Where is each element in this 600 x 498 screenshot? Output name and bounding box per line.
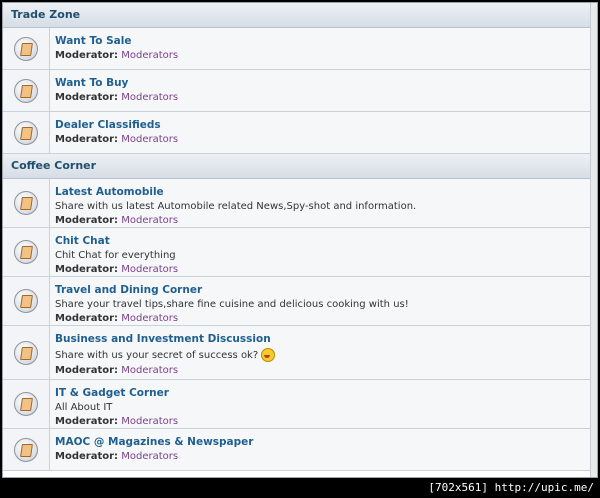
moderator-line: Moderator: Moderators <box>55 215 179 226</box>
moderators-link[interactable]: Moderators <box>121 50 178 61</box>
moderator-line: Moderator: Moderators <box>55 134 179 145</box>
forum-status-icon <box>14 240 38 264</box>
forum-status-icon <box>14 120 38 145</box>
moderators-link[interactable]: Moderators <box>121 365 178 376</box>
image-host-watermark: [702x561] http://upic.me/ <box>422 478 600 498</box>
moderators-link[interactable]: Moderators <box>121 134 178 145</box>
forum-status-icon <box>14 289 38 313</box>
forum-status-icon <box>14 392 38 416</box>
forum-title-link[interactable]: IT & Gadget Corner <box>55 387 591 399</box>
category-header-coffee-corner[interactable]: Coffee Corner <box>3 154 597 179</box>
forum-row: Want To Sale Moderator: Moderators <box>3 28 597 70</box>
forum-status-icon <box>14 437 38 462</box>
moderator-line: Moderator: Moderators <box>55 416 179 427</box>
moderator-line: Moderator: Moderators <box>55 451 179 462</box>
moderator-line: Moderator: Moderators <box>55 313 179 324</box>
forum-row: Travel and Dining Corner Share your trav… <box>3 277 597 326</box>
forum-description: Share with us your secret of success ok? <box>55 348 591 362</box>
tongue-smiley-icon <box>261 348 276 362</box>
moderator-line: Moderator: Moderators <box>55 264 179 275</box>
moderators-link[interactable]: Moderators <box>121 416 178 427</box>
forum-description: Chit Chat for everything <box>55 250 176 261</box>
forum-row: MAOC @ Magazines & Newspaper Moderator: … <box>3 429 597 471</box>
forum-row: Business and Investment Discussion Share… <box>3 326 597 380</box>
moderators-link[interactable]: Moderators <box>121 215 178 226</box>
forum-title-link[interactable]: Dealer Classifieds <box>55 119 591 131</box>
forum-row: IT & Gadget Corner All About IT Moderato… <box>3 380 597 429</box>
forum-status-icon <box>14 340 38 365</box>
moderators-link[interactable]: Moderators <box>121 451 178 462</box>
forum-title-link[interactable]: Latest Automobile <box>55 186 591 198</box>
forum-title-link[interactable]: MAOC @ Magazines & Newspaper <box>55 436 591 448</box>
moderator-line: Moderator: Moderators <box>55 92 179 103</box>
forum-row: Dealer Classifieds Moderator: Moderators <box>3 112 597 154</box>
forum-row: Chit Chat Chit Chat for everything Moder… <box>3 228 597 277</box>
forum-status-icon <box>14 191 38 215</box>
forum-description: Share your travel tips,share fine cuisin… <box>55 299 409 310</box>
forum-title-link[interactable]: Chit Chat <box>55 235 591 247</box>
forum-title-link[interactable]: Business and Investment Discussion <box>55 333 591 345</box>
moderator-line: Moderator: Moderators <box>55 365 179 376</box>
category-header-trade-zone[interactable]: Trade Zone <box>3 3 597 28</box>
forum-status-icon <box>14 78 38 103</box>
forum-row: Want To Buy Moderator: Moderators <box>3 70 597 112</box>
forum-title-link[interactable]: Travel and Dining Corner <box>55 284 591 296</box>
forum-title-link[interactable]: Want To Buy <box>55 77 591 89</box>
moderators-link[interactable]: Moderators <box>121 92 178 103</box>
forum-row: Latest Automobile Share with us latest A… <box>3 179 597 228</box>
forum-title-link[interactable]: Want To Sale <box>55 35 591 47</box>
forum-description: All About IT <box>55 402 113 413</box>
scrollbar[interactable] <box>590 3 597 477</box>
moderators-link[interactable]: Moderators <box>121 313 178 324</box>
forum-description: Share with us latest Automobile related … <box>55 201 417 212</box>
forum-status-icon <box>14 36 38 61</box>
moderators-link[interactable]: Moderators <box>121 264 178 275</box>
forum-index: Trade Zone Want To Sale Moderator: Moder… <box>2 2 598 478</box>
moderator-line: Moderator: Moderators <box>55 50 179 61</box>
